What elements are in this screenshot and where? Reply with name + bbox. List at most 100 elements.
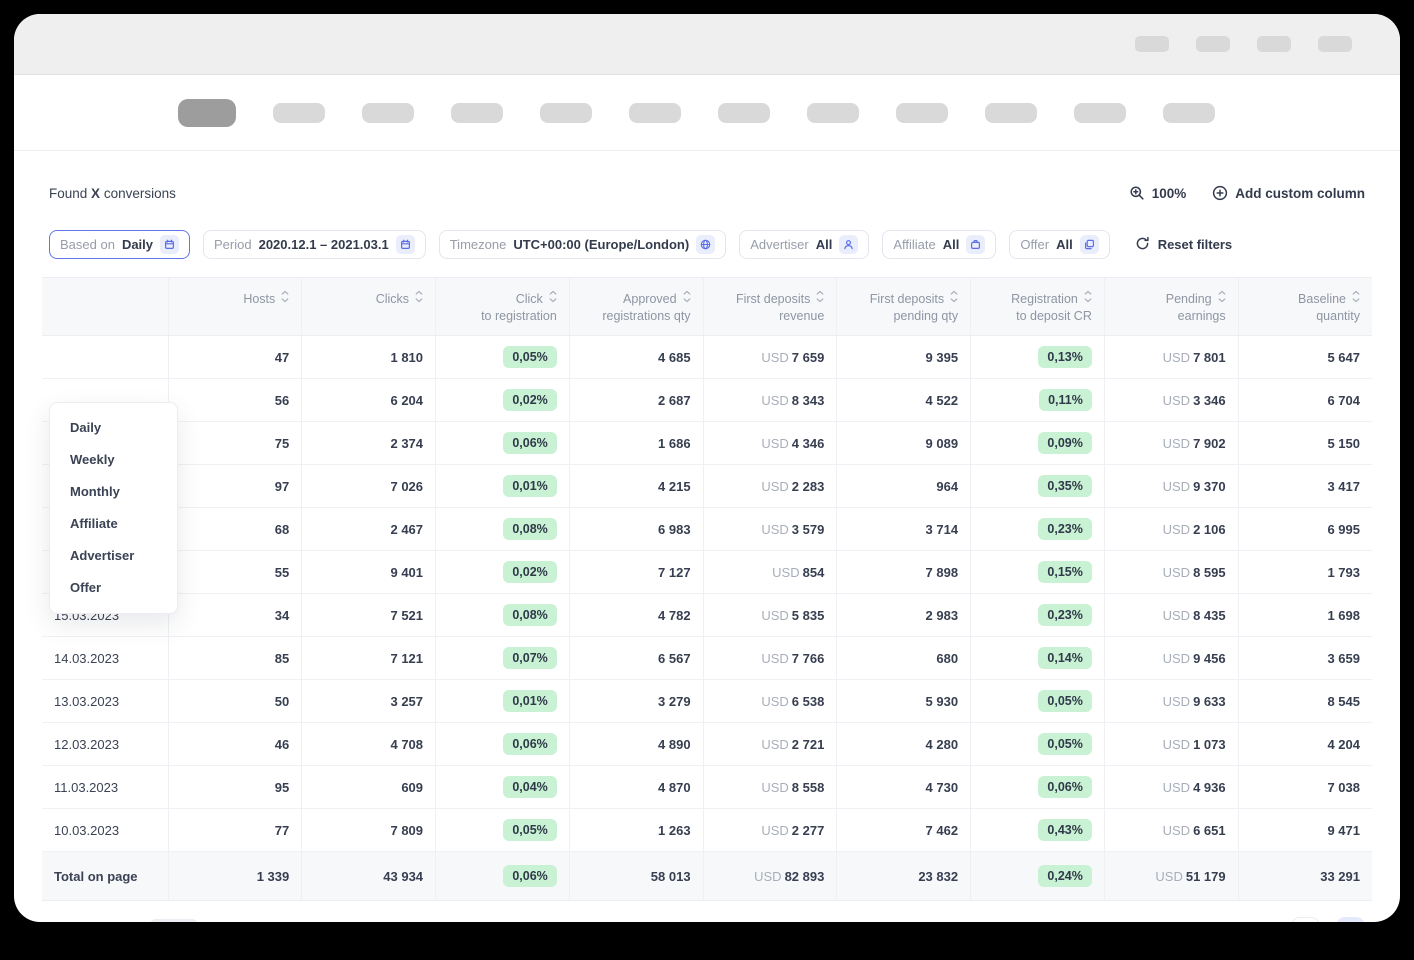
filter-timezone[interactable]: Timezone UTC+00:00 (Europe/London) <box>439 230 726 259</box>
nav-item-placeholder[interactable] <box>718 103 770 123</box>
cell-first-deposits-pending-qty: 7 898 <box>837 551 971 594</box>
nav-item-placeholder[interactable] <box>273 103 325 123</box>
sort-icon[interactable] <box>950 290 958 308</box>
cell-registration-to-deposit-cr: 0,15% <box>971 551 1105 594</box>
table-header-row: HostsClicksClickto registrationApprovedr… <box>42 278 1372 336</box>
zoom-level-value: 100% <box>1152 186 1187 201</box>
green-badge: 0,07% <box>503 647 556 669</box>
dropdown-item-offer[interactable]: Offer <box>50 572 177 604</box>
cell-date: 14.03.2023 <box>42 637 168 680</box>
header-click[interactable]: Clickto registration <box>436 278 570 336</box>
table-row[interactable]: 47 1 810 0,05% 4 685 USD7 659 9 395 0,13… <box>42 336 1372 379</box>
cell-clicks: 6 204 <box>302 379 436 422</box>
header-baseline[interactable]: Baselinequantity <box>1238 278 1372 336</box>
cell-date: Total on page <box>42 852 168 901</box>
table-row[interactable]: 11.03.2023 95 609 0,04% 4 870 USD8 558 4… <box>42 766 1372 809</box>
cell-click-to-registration: 0,08% <box>436 508 570 551</box>
sort-icon[interactable] <box>683 290 691 308</box>
nav-item-placeholder[interactable] <box>1074 103 1126 123</box>
header-approved[interactable]: Approvedregistrations qty <box>569 278 703 336</box>
header-first-deposits[interactable]: First depositsrevenue <box>703 278 837 336</box>
cell-pending-earnings: USD51 179 <box>1104 852 1238 901</box>
filter-period[interactable]: Period 2020.12.1 – 2021.03.1 <box>203 230 426 259</box>
cell-hosts: 56 <box>168 379 302 422</box>
nav-item-active[interactable] <box>178 99 236 127</box>
globe-icon <box>696 235 715 254</box>
cell-baseline-quantity: 3 659 <box>1238 637 1372 680</box>
nav-item-placeholder[interactable] <box>451 103 503 123</box>
header-pending[interactable]: Pendingearnings <box>1104 278 1238 336</box>
nav-item-placeholder[interactable] <box>540 103 592 123</box>
toolbar-right: 100% Add custom column <box>1129 185 1365 201</box>
dropdown-item-weekly[interactable]: Weekly <box>50 444 177 476</box>
cell-first-deposits-revenue: USD7 659 <box>703 336 837 379</box>
reset-filters-button[interactable]: Reset filters <box>1135 236 1232 254</box>
nav-item-placeholder[interactable] <box>362 103 414 123</box>
table-row[interactable]: 17.03.2023 68 2 467 0,08% 6 983 USD3 579… <box>42 508 1372 551</box>
filter-bar: Based on Daily Period 2020.12.1 – 2021.0… <box>49 230 1372 259</box>
cell-hosts: 1 339 <box>168 852 302 901</box>
header-first-deposits[interactable]: First depositspending qty <box>837 278 971 336</box>
cell-clicks: 7 026 <box>302 465 436 508</box>
currency-label: USD <box>1155 869 1182 884</box>
table-row[interactable]: 18.03.2023 97 7 026 0,01% 4 215 USD2 283… <box>42 465 1372 508</box>
next-page-button[interactable] <box>1336 917 1365 922</box>
cell-registration-to-deposit-cr: 0,14% <box>971 637 1105 680</box>
header-clicks[interactable]: Clicks <box>302 278 436 336</box>
zoom-control[interactable]: 100% <box>1129 185 1187 201</box>
nav-placeholder-bar <box>14 75 1400 151</box>
table-row[interactable]: 16.03.2023 55 9 401 0,02% 7 127 USD854 7… <box>42 551 1372 594</box>
currency-label: USD <box>1163 780 1190 795</box>
currency-label: USD <box>772 565 799 580</box>
table-row[interactable]: 14.03.2023 85 7 121 0,07% 6 567 USD7 766… <box>42 637 1372 680</box>
table-total-row[interactable]: Total on page 1 339 43 934 0,06% 58 013 … <box>42 852 1372 901</box>
cell-click-to-registration: 0,08% <box>436 594 570 637</box>
filter-advertiser[interactable]: Advertiser All <box>739 230 869 259</box>
header-hosts[interactable]: Hosts <box>168 278 302 336</box>
cell-click-to-registration: 0,05% <box>436 809 570 852</box>
green-badge: 0,13% <box>1038 346 1091 368</box>
add-custom-column-button[interactable]: Add custom column <box>1212 185 1365 201</box>
currency-label: USD <box>761 651 788 666</box>
add-custom-column-label: Add custom column <box>1235 186 1365 201</box>
table-row[interactable]: 15.03.2023 34 7 521 0,08% 4 782 USD5 835… <box>42 594 1372 637</box>
table-row[interactable]: 10.03.2023 77 7 809 0,05% 1 263 USD2 277… <box>42 809 1372 852</box>
nav-item-placeholder[interactable] <box>629 103 681 123</box>
header-registration[interactable]: Registrationto deposit CR <box>971 278 1105 336</box>
currency-label: USD <box>1163 651 1190 666</box>
dropdown-item-daily[interactable]: Daily <box>50 412 177 444</box>
table-row[interactable]: 75 2 374 0,06% 1 686 USD4 346 9 089 0,09… <box>42 422 1372 465</box>
table-row[interactable]: 13.03.2023 50 3 257 0,01% 3 279 USD6 538… <box>42 680 1372 723</box>
filter-based-on[interactable]: Based on Daily <box>49 230 190 259</box>
browser-chrome-bar <box>14 14 1400 75</box>
rows-per-page-select[interactable]: 20 <box>150 919 197 922</box>
sort-icon[interactable] <box>1084 290 1092 308</box>
sort-icon[interactable] <box>1352 290 1360 308</box>
nav-item-placeholder[interactable] <box>896 103 948 123</box>
sort-icon[interactable] <box>281 290 289 308</box>
green-badge: 0,11% <box>1039 389 1092 411</box>
nav-item-placeholder[interactable] <box>985 103 1037 123</box>
reset-filters-label: Reset filters <box>1158 237 1232 252</box>
dropdown-item-advertiser[interactable]: Advertiser <box>50 540 177 572</box>
dropdown-item-affiliate[interactable]: Affiliate <box>50 508 177 540</box>
table-row[interactable]: 56 6 204 0,02% 2 687 USD8 343 4 522 0,11… <box>42 379 1372 422</box>
cell-pending-earnings: USD9 633 <box>1104 680 1238 723</box>
filter-offer[interactable]: Offer All <box>1009 230 1109 259</box>
sort-icon[interactable] <box>1218 290 1226 308</box>
dropdown-item-monthly[interactable]: Monthly <box>50 476 177 508</box>
filter-value: All <box>816 237 833 252</box>
cell-hosts: 34 <box>168 594 302 637</box>
nav-item-placeholder[interactable] <box>1163 103 1215 123</box>
cell-clicks: 2 467 <box>302 508 436 551</box>
filter-affiliate[interactable]: Affiliate All <box>882 230 996 259</box>
currency-label: USD <box>761 737 788 752</box>
cell-click-to-registration: 0,01% <box>436 465 570 508</box>
cell-clicks: 609 <box>302 766 436 809</box>
sort-icon[interactable] <box>415 290 423 308</box>
sort-icon[interactable] <box>549 290 557 308</box>
sort-icon[interactable] <box>816 290 824 308</box>
table-row[interactable]: 12.03.2023 46 4 708 0,06% 4 890 USD2 721… <box>42 723 1372 766</box>
nav-item-placeholder[interactable] <box>807 103 859 123</box>
prev-page-button[interactable] <box>1291 917 1320 922</box>
